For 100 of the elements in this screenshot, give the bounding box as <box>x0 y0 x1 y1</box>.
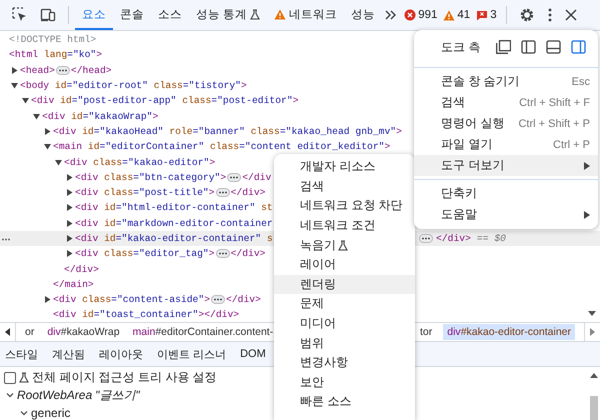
sidebar-tab[interactable]: 이벤트 리스너 <box>157 346 226 362</box>
expand-arrow-icon[interactable] <box>66 235 73 242</box>
sidebar-tab[interactable]: DOM <box>240 348 266 360</box>
menu-item[interactable]: 개발자 리소스 <box>274 157 415 177</box>
menu-item[interactable]: 변경사항 <box>274 352 415 373</box>
ellipsis-button[interactable] <box>56 66 70 75</box>
panel-tab[interactable]: 콘솔 <box>113 0 151 30</box>
settings-icon[interactable] <box>518 7 535 23</box>
expand-arrow-icon[interactable] <box>66 250 73 258</box>
element-tag[interactable]: <div id="kakaoWrap"> <box>42 110 158 122</box>
expand-arrow-icon[interactable] <box>11 82 18 90</box>
sidebar-tab[interactable]: 레이아웃 <box>99 346 143 362</box>
panel-tab[interactable]: 소스 <box>151 0 189 30</box>
menu-item[interactable]: 보안 <box>274 372 415 392</box>
element-tag[interactable]: <div id="toast_container"></div> <box>53 309 240 320</box>
breadcrumb[interactable]: div#kakao-editor-container <box>443 324 575 340</box>
sidebar-tab[interactable]: 계산됨 <box>52 346 85 362</box>
menu-item[interactable]: 문제 <box>274 294 415 314</box>
ellipsis-button[interactable] <box>216 188 230 198</box>
expand-arrow-icon[interactable] <box>44 296 51 304</box>
element-tag[interactable]: <div class="content-aside"> <box>53 294 210 306</box>
ellipsis-button[interactable] <box>211 295 226 304</box>
dock-right-icon[interactable] <box>571 40 586 54</box>
scroll-up-arrow-icon[interactable] <box>590 373 598 378</box>
element-tag[interactable]: <div id="markdown-editor-container <box>75 218 273 229</box>
element-tag[interactable]: <div class="kakao-editor"> <box>64 156 216 168</box>
closing-tag[interactable]: </div <box>242 172 272 183</box>
dock-left-icon[interactable] <box>521 40 536 54</box>
sidebar-tab[interactable]: 스타일 <box>5 346 38 362</box>
element-tag[interactable]: <div id="post-editor-app" class="post-editor"> <box>31 95 299 106</box>
menu-item[interactable]: 도움말 <box>414 204 598 225</box>
chevron-icon[interactable] <box>6 391 14 400</box>
closing-tag[interactable]: </div> <box>230 248 266 260</box>
closing-tag[interactable]: </div> <box>436 233 471 244</box>
menu-item[interactable]: 레이어 <box>274 254 415 275</box>
undock-icon[interactable] <box>496 40 512 54</box>
ax-node-role[interactable]: RootWebArea <box>17 388 92 402</box>
menu-icon[interactable] <box>546 7 553 23</box>
counter-button[interactable]: 991 <box>404 9 438 21</box>
inspect-element-icon[interactable] <box>12 7 28 23</box>
menu-item[interactable]: 네트워크 요청 차단 <box>274 196 415 216</box>
menu-item[interactable]: 명령어 실행 Ctrl + Shift + P <box>414 113 598 134</box>
checkbox[interactable] <box>4 372 16 384</box>
ax-node-role[interactable]: generic <box>31 406 70 420</box>
closing-tag[interactable]: </div> <box>226 294 261 306</box>
expand-arrow-icon[interactable] <box>66 204 73 212</box>
doctype-text[interactable]: <!DOCTYPE html> <box>9 34 96 46</box>
expand-arrow-icon[interactable] <box>55 158 62 166</box>
closing-tag[interactable]: </head> <box>70 64 112 76</box>
ellipsis-button[interactable] <box>419 234 433 243</box>
element-tag[interactable]: <body id="editor-root" class="tistory"> <box>20 80 247 92</box>
menu-item[interactable]: 검색 Ctrl + Shift + F <box>414 92 598 113</box>
scrollbar-thumb[interactable] <box>590 396 598 420</box>
menu-item[interactable]: 빠른 소스 <box>274 392 415 412</box>
ellipsis-icon[interactable] <box>2 238 10 241</box>
element-tag[interactable]: <html lang="ko"> <box>9 49 102 60</box>
element-tag[interactable]: <div class="post-title"> <box>75 187 215 198</box>
panel-tab[interactable]: 네트워크 <box>267 0 344 30</box>
expand-arrow-icon[interactable] <box>44 143 51 150</box>
menu-item[interactable]: 단축키 <box>414 183 598 204</box>
breadcrumb[interactable]: or <box>21 324 38 340</box>
element-tag[interactable]: <div class="editor_tag"> <box>75 248 215 260</box>
menu-item[interactable]: 검색 <box>274 176 415 196</box>
element-tag[interactable]: <head> <box>20 64 55 76</box>
more-tabs-icon[interactable] <box>384 9 398 21</box>
panel-tab[interactable]: 요소 <box>75 0 113 30</box>
closing-tag[interactable]: </div> <box>230 187 266 198</box>
expand-arrow-icon[interactable] <box>66 174 73 181</box>
expand-arrow-icon[interactable] <box>44 128 51 135</box>
menu-item[interactable]: 콘솔 창 숨기기 Esc <box>414 71 598 92</box>
expand-arrow-icon[interactable] <box>22 97 29 104</box>
expand-arrow-icon[interactable] <box>66 189 73 196</box>
menu-item[interactable]: 녹음기 <box>274 235 415 255</box>
counter-button[interactable]: 3 <box>476 9 497 21</box>
menu-item[interactable]: 파일 열기 Ctrl + P <box>414 134 598 155</box>
element-tag[interactable]: <div id="kakao-editor-container" s <box>75 233 273 244</box>
element-tag[interactable]: <div id="html-editor-container" st <box>75 202 273 214</box>
breadcrumb[interactable]: tor <box>416 324 436 340</box>
element-tag[interactable]: <main id="editorContainer" class="content editor_keditor"> <box>53 141 390 152</box>
breadcrumb[interactable]: div#kakaoWrap <box>43 324 124 340</box>
ellipsis-button[interactable] <box>216 249 230 258</box>
menu-item[interactable]: 도구 더보기 <box>414 155 598 176</box>
menu-item[interactable]: 렌더링 <box>274 274 415 294</box>
panel-tab[interactable]: 성능 통계 <box>189 0 268 30</box>
scroll-down-arrow-icon[interactable] <box>588 311 596 316</box>
closing-tag[interactable]: </div> <box>64 264 99 275</box>
ellipsis-button[interactable] <box>227 172 242 182</box>
expand-arrow-icon[interactable] <box>11 66 18 74</box>
element-tag[interactable]: <div id="kakaoHead" role="banner" class="kakao_head gnb_mv"> <box>53 126 402 137</box>
closing-tag[interactable]: </main> <box>53 278 94 290</box>
element-tag[interactable]: <div class="btn-category"> <box>75 172 226 183</box>
menu-item[interactable]: 네트워크 조건 <box>274 216 415 236</box>
counter-button[interactable]: 41 <box>443 9 470 21</box>
chevron-icon[interactable] <box>20 408 28 417</box>
expand-arrow-icon[interactable] <box>33 112 40 120</box>
device-toolbar-icon[interactable] <box>40 7 56 23</box>
close-icon[interactable] <box>564 9 577 21</box>
panel-tab[interactable]: 성능 <box>344 0 382 30</box>
expand-arrow-icon[interactable] <box>66 220 73 227</box>
dock-bottom-icon[interactable] <box>546 40 562 54</box>
